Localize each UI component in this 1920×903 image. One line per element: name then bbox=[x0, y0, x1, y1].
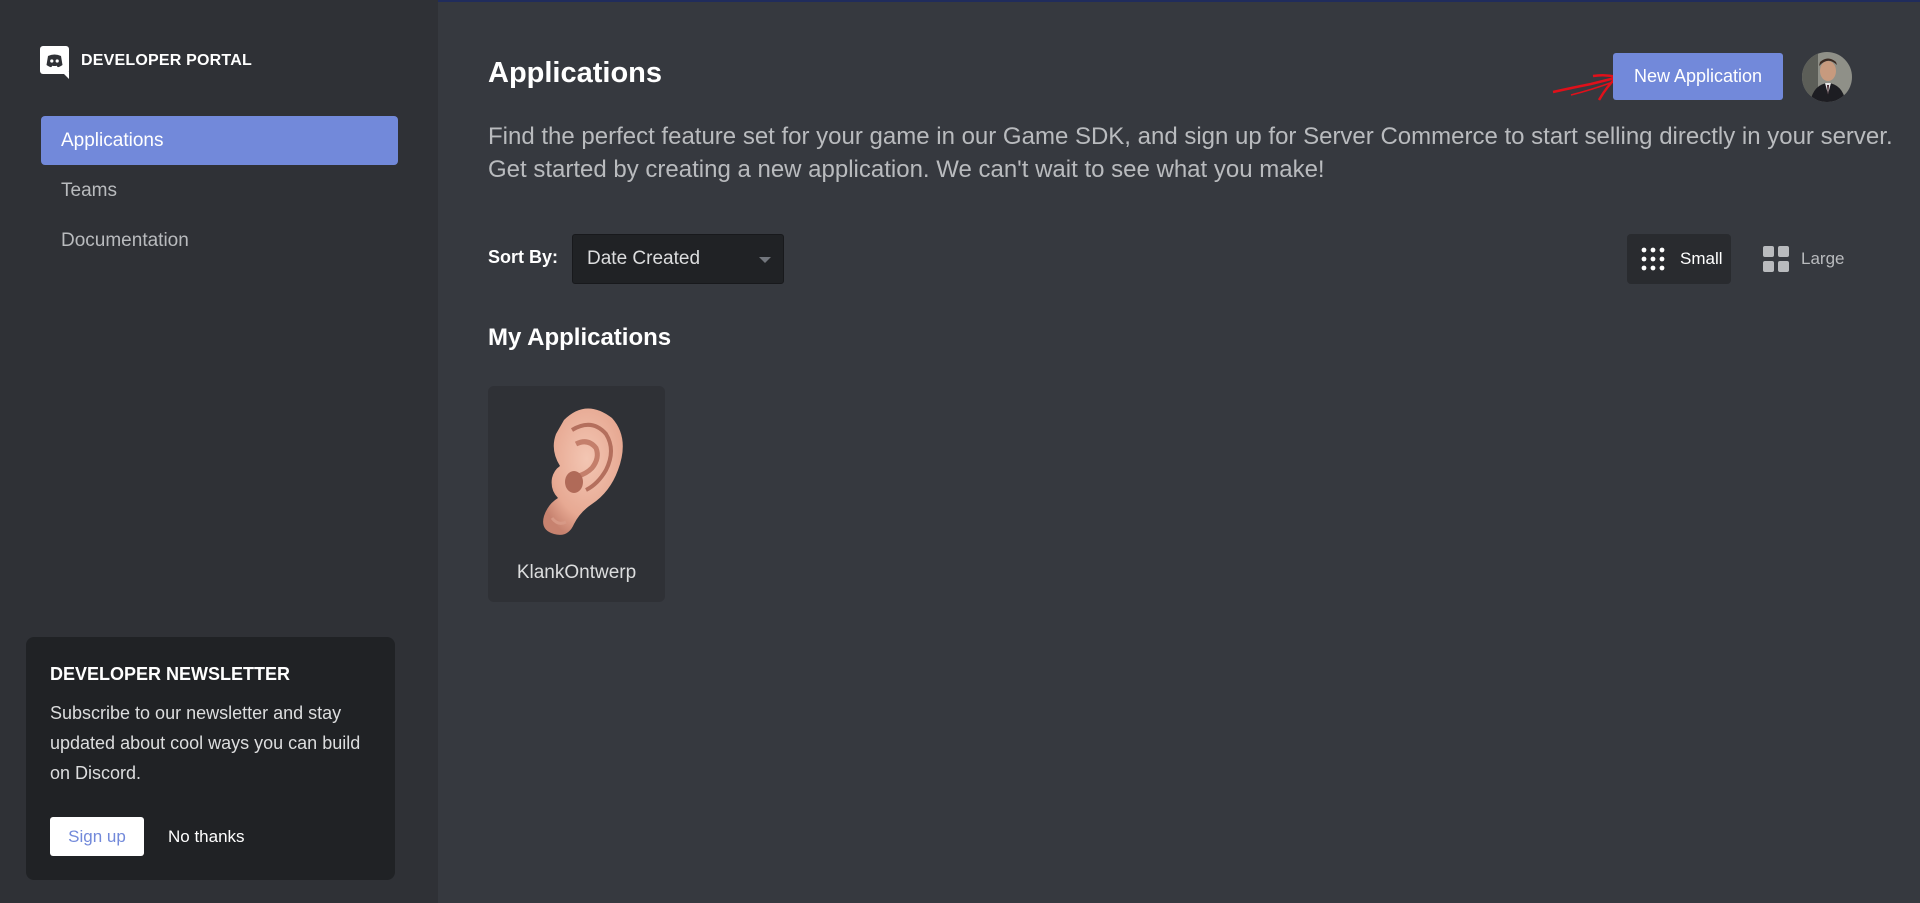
sidebar-nav: Applications Teams Documentation bbox=[41, 116, 398, 266]
new-application-button[interactable]: New Application bbox=[1613, 53, 1783, 100]
newsletter-title: DEVELOPER NEWSLETTER bbox=[50, 664, 291, 684]
brand[interactable]: DEVELOPER PORTAL bbox=[40, 44, 252, 79]
my-applications-title: My Applications bbox=[488, 324, 672, 351]
sidebar-item-documentation[interactable]: Documentation bbox=[41, 216, 398, 265]
view-large-label: Large bbox=[1801, 249, 1845, 268]
annotation-arrow-icon bbox=[1552, 73, 1620, 101]
newsletter-body: Subscribe to our newsletter and stay upd… bbox=[50, 703, 361, 783]
view-large-toggle[interactable]: Large bbox=[1751, 234, 1851, 284]
sort-dropdown[interactable]: Date Created bbox=[572, 234, 784, 284]
intro-text: Find the perfect feature set for your ga… bbox=[488, 123, 1893, 183]
sort-label: Sort By: bbox=[488, 247, 559, 267]
small-grid-icon bbox=[1641, 247, 1665, 271]
app-name: KlankOntwerp bbox=[516, 562, 637, 583]
newsletter-actions: Sign up No thanks bbox=[50, 817, 245, 856]
avatar[interactable] bbox=[1802, 52, 1852, 102]
sidebar: DEVELOPER PORTAL Applications Teams Docu… bbox=[0, 0, 438, 903]
no-thanks-button[interactable]: No thanks bbox=[168, 827, 245, 847]
ear-icon bbox=[543, 408, 623, 535]
view-small-label: Small bbox=[1680, 249, 1723, 268]
page-title: Applications bbox=[488, 57, 663, 89]
signup-button[interactable]: Sign up bbox=[50, 817, 144, 856]
view-small-toggle[interactable]: Small bbox=[1627, 234, 1731, 284]
sort-value: Date Created bbox=[587, 248, 701, 269]
newsletter-card: DEVELOPER NEWSLETTER Subscribe to our ne… bbox=[26, 637, 395, 880]
app-card[interactable]: KlankOntwerp bbox=[488, 386, 665, 602]
large-grid-icon bbox=[1763, 246, 1789, 272]
brand-label: DEVELOPER PORTAL bbox=[81, 52, 252, 69]
sidebar-item-teams[interactable]: Teams bbox=[41, 166, 398, 215]
discord-logo-icon bbox=[40, 45, 71, 79]
chevron-down-icon bbox=[759, 257, 771, 263]
main-content: Applications New Application Find the pe… bbox=[438, 0, 1920, 903]
sidebar-item-applications[interactable]: Applications bbox=[41, 116, 398, 165]
